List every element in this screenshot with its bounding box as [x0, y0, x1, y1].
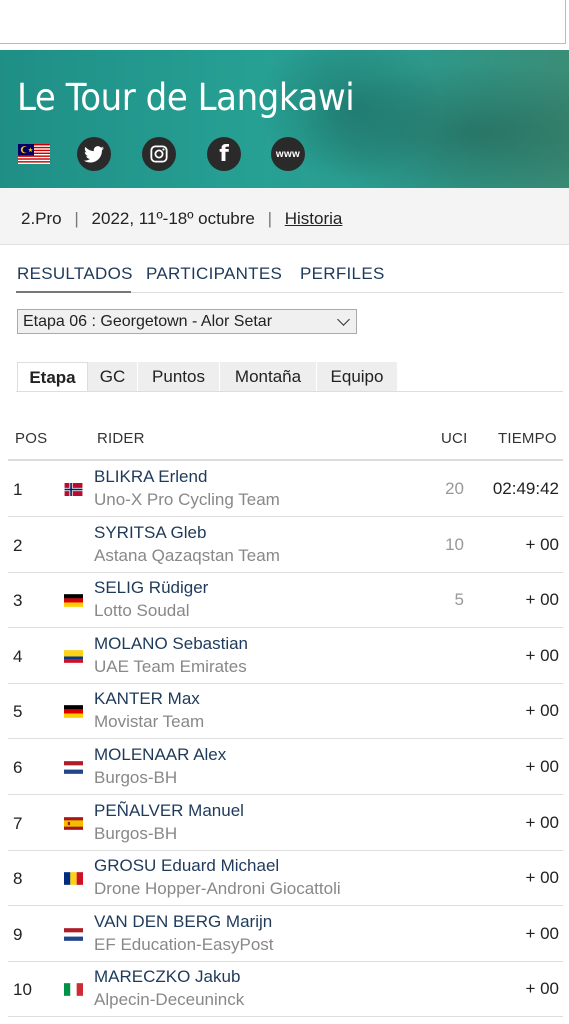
country-flag-icon [64, 650, 83, 663]
country-flag-icon [64, 928, 83, 941]
subtab-montana[interactable]: Montaña [220, 362, 317, 392]
finish-time: + 00 [525, 701, 559, 721]
country-flag-icon [64, 594, 83, 607]
tab-participantes[interactable]: PARTICIPANTES [146, 264, 282, 284]
rider-name[interactable]: PEÑALVER Manuel [94, 801, 244, 821]
team-name[interactable]: Burgos-BH [94, 824, 177, 844]
finish-time: + 00 [525, 812, 559, 832]
team-name[interactable]: Alpecin-Deceuninck [94, 990, 244, 1010]
finish-time: + 00 [525, 979, 559, 999]
subtab-puntos[interactable]: Puntos [138, 362, 220, 392]
website-icon[interactable]: www [271, 137, 305, 171]
team-name[interactable]: Lotto Soudal [94, 601, 189, 621]
table-row[interactable]: 10 MARECZKO Jakub Alpecin-Deceuninck + 00 [8, 961, 563, 1018]
finish-time: + 00 [525, 534, 559, 554]
uci-points: 10 [445, 534, 464, 554]
chevron-down-icon [337, 313, 350, 326]
row-position: 3 [13, 591, 23, 611]
team-name[interactable]: Uno-X Pro Cycling Team [94, 490, 280, 510]
subtab-gc[interactable]: GC [88, 362, 138, 392]
header-pos: POS [15, 430, 48, 447]
finish-time: + 00 [525, 757, 559, 776]
table-row[interactable]: 5 KANTER Max Movistar Team + 00 [8, 683, 563, 740]
rider-name[interactable]: SYRITSA Gleb [94, 523, 206, 543]
rider-name[interactable]: GROSU Eduard Michael [94, 856, 279, 876]
header-time: TIEMPO [498, 430, 557, 447]
race-dates: 2022, 11º-18º octubre [91, 209, 255, 228]
tab-resultados[interactable]: RESULTADOS [17, 264, 133, 284]
finish-time: + 00 [525, 590, 559, 610]
rider-name[interactable]: MARECZKO Jakub [94, 967, 240, 987]
race-title: Le Tour de Langkawi [17, 76, 355, 119]
row-position: 6 [13, 758, 23, 777]
country-flag-icon [64, 983, 83, 996]
country-flag-icon [64, 705, 83, 718]
table-row[interactable]: 8 GROSU Eduard Michael Drone Hopper-Andron… [8, 850, 563, 907]
header-uci: UCI [441, 430, 468, 447]
facebook-icon[interactable]: f [207, 137, 241, 171]
finish-time: + 00 [525, 923, 559, 943]
team-name[interactable]: UAE Team Emirates [94, 657, 247, 677]
table-row[interactable]: 4 MOLANO Sebastian UAE Team Emirates + 00 [8, 628, 563, 684]
table-row[interactable]: 6 MOLENAAR Alex Burgos-BH + 00 [8, 739, 563, 795]
row-position: 10 [13, 980, 32, 1000]
country-flag-icon [64, 817, 83, 830]
instagram-icon[interactable] [142, 137, 176, 171]
subtab-equipo[interactable]: Equipo [317, 362, 398, 392]
rider-name[interactable]: SELIG Rüdiger [94, 578, 208, 598]
table-row[interactable]: 1 BLIKRA Erlend Uno-X Pro Cycling Team 20 02… [8, 461, 563, 517]
rider-name[interactable]: BLIKRA Erlend [94, 467, 207, 487]
table-row[interactable]: 7 PEÑALVER Manuel Burgos-BH + 00 [8, 795, 563, 851]
twitter-icon[interactable] [77, 137, 111, 171]
rider-name[interactable]: KANTER Max [94, 689, 200, 709]
team-name[interactable]: EF Education-EasyPost [94, 935, 274, 955]
row-position: 8 [13, 869, 23, 889]
finish-time: + 00 [525, 868, 559, 888]
table-row[interactable]: 2 SYRITSA Gleb Astana Qazaqstan Team 10 + 00 [8, 517, 563, 573]
subtab-etapa[interactable]: Etapa [17, 362, 88, 392]
race-meta: 2.Pro | 2022, 11º-18º octubre | Historia [0, 188, 569, 245]
uci-points: 5 [454, 590, 464, 610]
table-row[interactable]: 3 SELIG Rüdiger Lotto Soudal 5 + 00 [8, 572, 563, 629]
team-name[interactable]: Burgos-BH [94, 768, 177, 788]
table-row[interactable]: 9 VAN DEN BERG Marijn EF Education-EasyPos… [8, 906, 563, 962]
header-rider: RIDER [97, 430, 145, 447]
stage-select[interactable]: Etapa 06 : Georgetown - Alor Setar [17, 309, 357, 334]
subtabs-divider [16, 391, 563, 392]
uci-points: 20 [445, 479, 464, 498]
active-tab-indicator [16, 291, 131, 293]
team-name[interactable]: Astana Qazaqstan Team [94, 546, 280, 566]
race-class: 2.Pro [21, 209, 62, 228]
rider-name[interactable]: VAN DEN BERG Marijn [94, 912, 272, 932]
rider-name[interactable]: MOLANO Sebastian [94, 634, 248, 654]
country-flag-icon [64, 872, 83, 885]
stage-select-value: Etapa 06 : Georgetown - Alor Setar [23, 313, 273, 330]
search-input[interactable] [0, 0, 566, 44]
malaysia-flag-icon [18, 144, 50, 164]
team-name[interactable]: Movistar Team [94, 712, 204, 732]
row-position: 5 [13, 702, 23, 722]
history-link[interactable]: Historia [285, 209, 343, 228]
country-flag-icon [64, 761, 83, 774]
row-position: 4 [13, 646, 23, 666]
team-name[interactable]: Drone Hopper-Androni Giocattoli [94, 879, 341, 899]
finish-time: 02:49:42 [492, 479, 559, 498]
country-flag-icon [64, 483, 83, 496]
row-position: 2 [13, 535, 23, 555]
top-search-bar[interactable] [0, 0, 569, 50]
rider-name[interactable]: MOLENAAR Alex [94, 745, 226, 765]
finish-time: + 00 [525, 645, 559, 665]
row-position: 9 [13, 924, 23, 944]
row-position: 1 [13, 480, 23, 499]
tab-perfiles[interactable]: PERFILES [300, 264, 385, 284]
row-position: 7 [13, 813, 23, 833]
